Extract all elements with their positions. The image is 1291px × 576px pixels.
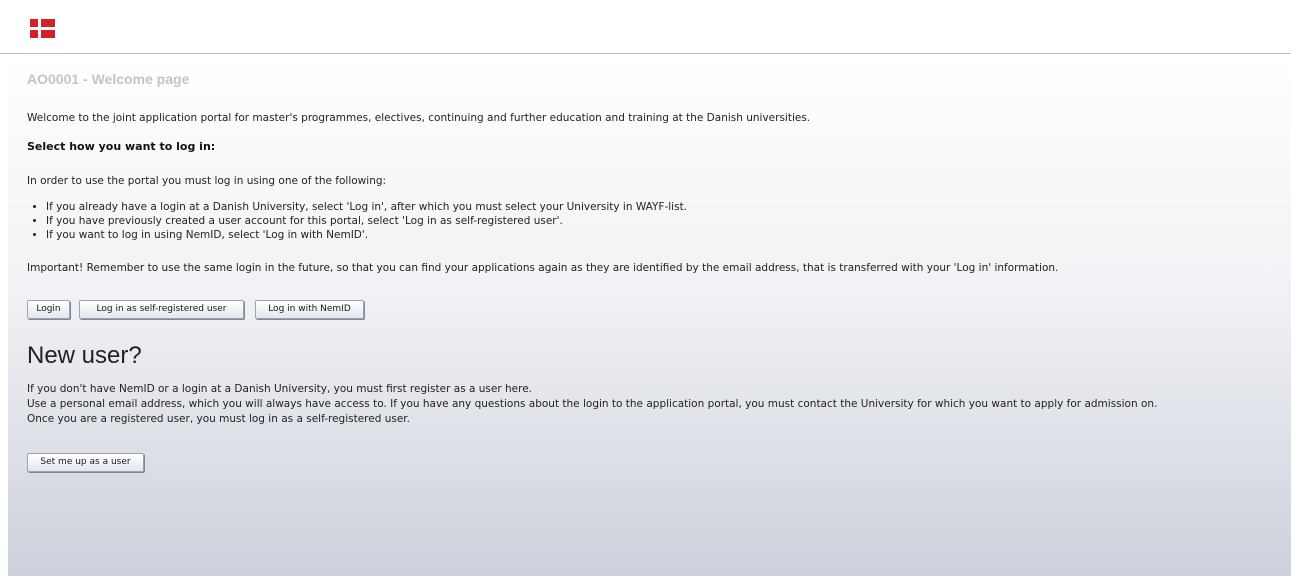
danish-flag-icon — [30, 19, 55, 38]
list-item: If you have previously created a user ac… — [46, 214, 687, 228]
main-content: AO0001 - Welcome page Welcome to the joi… — [8, 54, 1291, 576]
new-user-text-1: If you don't have NemID or a login at a … — [27, 383, 533, 395]
nemid-login-button[interactable]: Log in with NemID — [255, 300, 364, 319]
list-item: If you want to log in using NemID, selec… — [46, 228, 687, 242]
login-options-list: If you already have a login at a Danish … — [27, 200, 687, 242]
login-intro-text: In order to use the portal you must log … — [27, 175, 387, 187]
new-user-heading: New user? — [27, 342, 142, 369]
setup-user-button[interactable]: Set me up as a user — [27, 453, 144, 472]
login-button[interactable]: Login — [27, 300, 70, 319]
new-user-text-2: Use a personal email address, which you … — [27, 398, 1158, 410]
new-user-text-3: Once you are a registered user, you must… — [27, 413, 410, 425]
welcome-text: Welcome to the joint application portal … — [27, 112, 811, 124]
list-item: If you already have a login at a Danish … — [46, 200, 687, 214]
login-select-heading: Select how you want to log in: — [27, 140, 216, 153]
page-title: AO0001 - Welcome page — [27, 71, 190, 87]
top-bar — [0, 0, 1291, 54]
self-registered-login-button[interactable]: Log in as self-registered user — [79, 300, 244, 319]
important-notice: Important! Remember to use the same logi… — [27, 262, 1059, 274]
